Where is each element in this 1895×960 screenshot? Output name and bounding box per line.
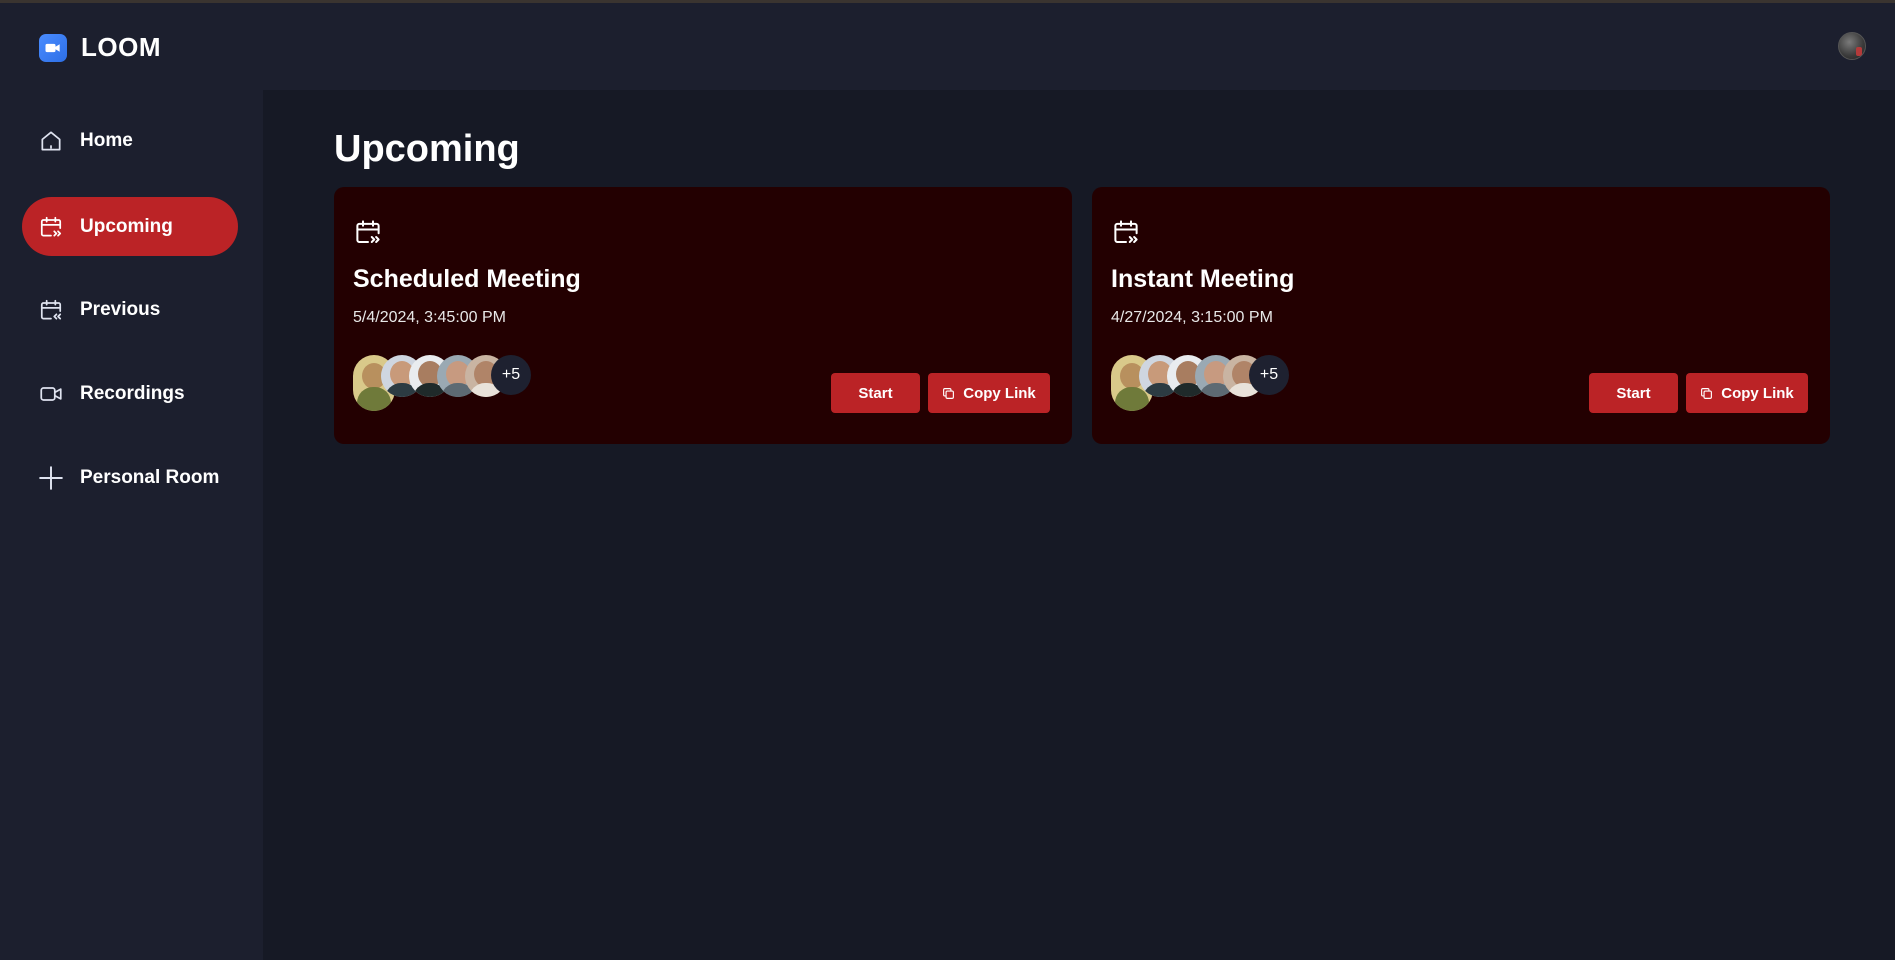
calendar-back-icon bbox=[38, 297, 64, 323]
calendar-forward-icon bbox=[38, 214, 64, 240]
copy-link-label: Copy Link bbox=[1721, 384, 1794, 402]
sidebar: Home Upcoming Previous Recordings Person… bbox=[0, 90, 263, 960]
meeting-title: Instant Meeting bbox=[1111, 265, 1295, 293]
calendar-forward-icon bbox=[353, 217, 383, 247]
sidebar-item-label: Recordings bbox=[80, 382, 185, 404]
copy-link-button[interactable]: Copy Link bbox=[1686, 373, 1808, 413]
meeting-card: Instant Meeting 4/27/2024, 3:15:00 PM +5… bbox=[1092, 187, 1830, 444]
sidebar-item-label: Home bbox=[80, 129, 133, 151]
copy-link-label: Copy Link bbox=[963, 384, 1036, 402]
sidebar-item-upcoming[interactable]: Upcoming bbox=[22, 197, 238, 256]
attendee-avatars: +5 bbox=[353, 355, 553, 411]
video-icon bbox=[38, 381, 64, 407]
attendee-avatars: +5 bbox=[1111, 355, 1311, 411]
meeting-title: Scheduled Meeting bbox=[353, 265, 581, 293]
brand-name: LOOM bbox=[81, 32, 161, 62]
meeting-date: 5/4/2024, 3:45:00 PM bbox=[353, 309, 506, 326]
user-avatar-button[interactable] bbox=[1838, 32, 1866, 60]
page-title: Upcoming bbox=[334, 128, 520, 170]
sidebar-item-home[interactable]: Home bbox=[22, 111, 238, 170]
copy-link-button[interactable]: Copy Link bbox=[928, 373, 1050, 413]
sidebar-item-label: Personal Room bbox=[80, 466, 220, 488]
top-navbar: LOOM bbox=[0, 3, 1895, 90]
sidebar-item-personal-room[interactable]: Personal Room bbox=[22, 448, 238, 507]
sidebar-item-previous[interactable]: Previous bbox=[22, 280, 238, 339]
start-button[interactable]: Start bbox=[831, 373, 920, 413]
copy-icon bbox=[1701, 387, 1713, 399]
copy-icon bbox=[943, 387, 955, 399]
sidebar-item-label: Previous bbox=[80, 298, 161, 320]
sidebar-item-label: Upcoming bbox=[80, 215, 173, 237]
calendar-forward-icon bbox=[1111, 217, 1141, 247]
home-icon bbox=[38, 128, 64, 154]
meeting-date: 4/27/2024, 3:15:00 PM bbox=[1111, 309, 1273, 326]
sidebar-item-recordings[interactable]: Recordings bbox=[22, 364, 238, 423]
extra-attendees-count: +5 bbox=[1249, 355, 1289, 395]
brand-link[interactable]: LOOM bbox=[39, 32, 161, 63]
video-camera-icon bbox=[39, 33, 67, 62]
plus-icon bbox=[38, 465, 64, 491]
meeting-card: Scheduled Meeting 5/4/2024, 3:45:00 PM +… bbox=[334, 187, 1072, 444]
main-content: Upcoming Scheduled Meeting 5/4/2024, 3:4… bbox=[263, 90, 1895, 960]
extra-attendees-count: +5 bbox=[491, 355, 531, 395]
start-button[interactable]: Start bbox=[1589, 373, 1678, 413]
